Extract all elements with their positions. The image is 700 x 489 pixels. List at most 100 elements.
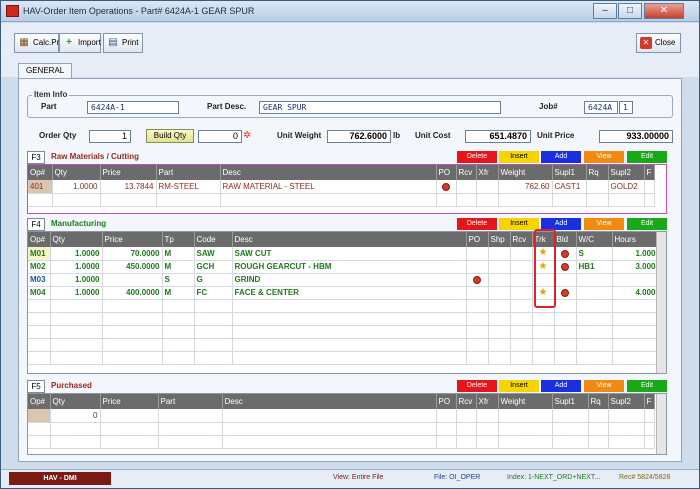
- col-rcv[interactable]: Rcv: [510, 232, 533, 247]
- job-field[interactable]: 6424A: [584, 101, 618, 114]
- part-field[interactable]: 6424A-1: [87, 101, 179, 114]
- table-row[interactable]: [28, 338, 659, 352]
- op-cell[interactable]: [28, 409, 51, 423]
- hours-cell[interactable]: 4.000: [612, 286, 659, 300]
- raw-add-button[interactable]: Add: [541, 151, 581, 163]
- tab-general[interactable]: GENERAL: [18, 63, 73, 79]
- table-row[interactable]: [28, 299, 659, 313]
- table-row[interactable]: M02 1.0000 450.0000 M GCH ROUGH GEARCUT …: [28, 260, 659, 274]
- table-row[interactable]: 401 1.0000 13.7844 RM-STEEL RAW MATERIAL…: [28, 180, 655, 194]
- desc-cell[interactable]: RAW MATERIAL - STEEL: [220, 180, 437, 194]
- rcv-cell[interactable]: [510, 286, 533, 300]
- col-supl2[interactable]: Supl2: [608, 165, 645, 180]
- col-rcv[interactable]: Rcv: [456, 165, 477, 180]
- price-cell[interactable]: [102, 273, 163, 287]
- tp-cell[interactable]: M: [162, 286, 195, 300]
- rcv-cell[interactable]: [456, 180, 477, 194]
- qty-cell[interactable]: 1.0000: [52, 180, 101, 194]
- part-cell[interactable]: RM-STEEL: [156, 180, 221, 194]
- import-button[interactable]: + Import: [59, 33, 101, 53]
- code-cell[interactable]: FC: [194, 286, 233, 300]
- col-qty[interactable]: Qty: [50, 394, 101, 409]
- unit-cost-field[interactable]: 651.4870: [465, 130, 531, 143]
- op-cell[interactable]: 401: [28, 180, 53, 194]
- unit-price-field[interactable]: 933.00000: [599, 130, 673, 143]
- rq-cell[interactable]: [586, 180, 609, 194]
- minimize-button[interactable]: –: [593, 3, 617, 19]
- tp-cell[interactable]: M: [162, 260, 195, 274]
- table-row[interactable]: M04 1.0000 400.0000 M FC FACE & CENTER ★…: [28, 286, 659, 300]
- weight-cell[interactable]: 762.60: [498, 180, 553, 194]
- raw-insert-button[interactable]: Insert: [499, 151, 539, 163]
- code-cell[interactable]: GCH: [194, 260, 233, 274]
- price-cell[interactable]: 70.0000: [102, 247, 163, 261]
- purch-add-button[interactable]: Add: [541, 380, 581, 392]
- tp-cell[interactable]: S: [162, 273, 195, 287]
- mfg-edit-button[interactable]: Edit: [627, 218, 667, 230]
- purch-edit-button[interactable]: Edit: [627, 380, 667, 392]
- col-op[interactable]: Op#: [28, 232, 51, 247]
- purch-scrollbar[interactable]: [656, 394, 666, 454]
- col-qty[interactable]: Qty: [52, 165, 101, 180]
- code-cell[interactable]: SAW: [194, 247, 233, 261]
- col-f[interactable]: F: [644, 394, 655, 409]
- shp-cell[interactable]: [488, 286, 511, 300]
- op-cell[interactable]: M04: [28, 286, 51, 300]
- calc-price-button[interactable]: ▦ Calc.Prc: [14, 33, 63, 53]
- desc-cell[interactable]: GRIND: [232, 273, 467, 287]
- col-price[interactable]: Price: [100, 165, 157, 180]
- table-row[interactable]: [28, 325, 659, 339]
- raw-fkey[interactable]: F3: [27, 151, 45, 164]
- purch-insert-button[interactable]: Insert: [499, 380, 539, 392]
- op-cell[interactable]: M01: [28, 247, 51, 261]
- table-row[interactable]: [28, 312, 659, 326]
- build-qty-field[interactable]: 0: [198, 130, 242, 143]
- bld-cell[interactable]: [554, 286, 577, 300]
- col-part[interactable]: Part: [158, 394, 223, 409]
- qty-cell[interactable]: 0: [50, 409, 101, 423]
- mfg-fkey[interactable]: F4: [27, 218, 45, 231]
- po-cell[interactable]: [466, 273, 489, 287]
- qty-cell[interactable]: 1.0000: [50, 260, 103, 274]
- rcv-cell[interactable]: [510, 273, 533, 287]
- job-suffix-field[interactable]: 1: [619, 101, 633, 114]
- col-code[interactable]: Code: [194, 232, 233, 247]
- code-cell[interactable]: G: [194, 273, 233, 287]
- wc-cell[interactable]: S: [576, 247, 613, 261]
- shp-cell[interactable]: [488, 260, 511, 274]
- bld-cell[interactable]: [554, 273, 577, 287]
- op-cell[interactable]: M02: [28, 260, 51, 274]
- qty-cell[interactable]: 1.0000: [50, 286, 103, 300]
- print-button[interactable]: ▤ Print: [103, 33, 143, 53]
- title-bar[interactable]: HAV-Order Item Operations - Part# 6424A-…: [1, 1, 699, 22]
- part-desc-field[interactable]: GEAR SPUR: [259, 101, 501, 114]
- hours-cell[interactable]: [612, 273, 659, 287]
- purch-fkey[interactable]: F5: [27, 380, 45, 393]
- col-price[interactable]: Price: [100, 394, 159, 409]
- maximize-button[interactable]: □: [618, 3, 642, 19]
- mfg-scrollbar[interactable]: [656, 232, 666, 373]
- col-supl1[interactable]: Supl1: [552, 165, 587, 180]
- shp-cell[interactable]: [488, 273, 511, 287]
- qty-cell[interactable]: 1.0000: [50, 273, 103, 287]
- desc-cell[interactable]: FACE & CENTER: [232, 286, 467, 300]
- col-xfr[interactable]: Xfr: [476, 394, 499, 409]
- col-op[interactable]: Op#: [28, 165, 53, 180]
- col-desc[interactable]: Desc: [222, 394, 437, 409]
- purch-view-button[interactable]: View: [584, 380, 624, 392]
- col-po[interactable]: PO: [466, 232, 489, 247]
- rcv-cell[interactable]: [510, 247, 533, 261]
- raw-edit-button[interactable]: Edit: [627, 151, 667, 163]
- purch-delete-button[interactable]: Delete: [457, 380, 497, 392]
- col-rq[interactable]: Rq: [588, 394, 609, 409]
- mfg-delete-button[interactable]: Delete: [457, 218, 497, 230]
- col-xfr[interactable]: Xfr: [476, 165, 499, 180]
- supl1-cell[interactable]: CAST1: [552, 180, 587, 194]
- po-cell[interactable]: [466, 286, 489, 300]
- col-part[interactable]: Part: [156, 165, 221, 180]
- gear-icon[interactable]: ✲: [243, 131, 251, 141]
- order-qty-field[interactable]: 1: [89, 130, 131, 143]
- table-row[interactable]: M01 1.0000 70.0000 M SAW SAW CUT ★ S 1.0…: [28, 247, 659, 261]
- col-supl1[interactable]: Supl1: [552, 394, 589, 409]
- wc-cell[interactable]: HB1: [576, 260, 613, 274]
